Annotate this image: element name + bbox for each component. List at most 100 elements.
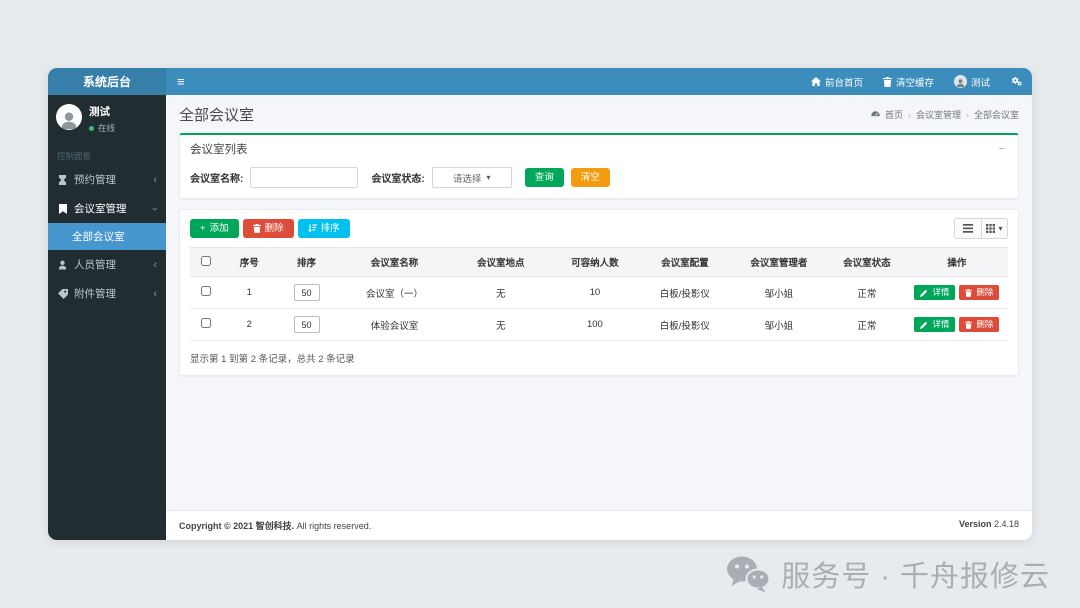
sidebar-item-attachments[interactable]: 附件管理 ‹ [48,279,166,308]
clear-button[interactable]: 清空 [571,168,610,188]
nav-username: 测试 [971,75,990,89]
pencil-icon [920,289,928,297]
cell-manager: 邹小姐 [730,277,828,309]
detail-button-label: 详情 [932,288,949,297]
copyright: Copyright © 2021 智创科技. All rights reserv… [179,519,371,532]
user-status-label: 在线 [98,122,115,134]
row-checkbox[interactable] [201,318,211,328]
breadcrumb: 首页 › 会议室管理 › 全部会议室 [871,108,1019,121]
chevron-down-icon: ‹ [151,207,159,211]
cell-capacity: 10 [550,277,640,309]
columns-button[interactable]: ▾ [981,218,1008,239]
chevron-left-icon: ‹ [153,261,157,269]
chevron-left-icon: ‹ [153,176,157,184]
sort-input[interactable] [294,284,320,301]
nav-clear-cache[interactable]: 清空缓存 [873,68,944,95]
col-name: 会议室名称 [337,248,452,277]
sort-button[interactable]: 排序 [298,219,350,239]
filter-box: 会议室列表 − 会议室名称: 会议室状态: 请选择 ▾ 查询 清空 [179,133,1019,199]
add-button[interactable]: + 添加 [190,219,239,239]
col-config: 会议室配置 [640,248,730,277]
cell-config: 白板/投影仪 [640,309,730,341]
cell-location: 无 [452,277,550,309]
sidebar-username: 测试 [89,104,115,119]
breadcrumb-home[interactable]: 首页 [885,108,903,121]
room-status-label: 会议室状态: [371,170,424,185]
sidebar-item-label: 附件管理 [74,286,116,301]
online-dot-icon [89,126,94,131]
user-icon [57,260,68,270]
room-name-label: 会议室名称: [190,170,243,185]
collapse-icon[interactable]: − [996,143,1008,155]
filter-box-header: 会议室列表 − [180,135,1018,160]
wechat-icon [726,555,770,593]
table-toolbar: + 添加 删除 排序 [190,218,1008,239]
caret-down-icon: ▾ [998,224,1002,233]
sort-input[interactable] [294,316,320,333]
table-box: + 添加 删除 排序 [179,209,1019,376]
cell-location: 无 [452,309,550,341]
trash-icon [253,224,261,233]
nav-front-page-label: 前台首页 [825,75,863,89]
sidebar-item-personnel[interactable]: 人员管理 ‹ [48,250,166,279]
row-delete-button[interactable]: 删除 [959,285,999,300]
navbar: ≡ 前台首页 清空缓存 测试 [166,68,1032,95]
select-all-checkbox[interactable] [201,256,211,266]
brand-title: 系统后台 [83,73,131,90]
sort-icon [308,224,317,233]
hourglass-icon [57,175,68,185]
clear-button-label: 清空 [581,173,600,183]
watermark-text: 服务号 · 千舟报修云 [781,553,1050,595]
rooms-table: 序号 排序 会议室名称 会议室地点 可容纳人数 会议室配置 会议室管理者 会议室… [190,247,1008,341]
row-delete-label: 删除 [976,288,993,297]
add-button-label: 添加 [210,224,229,234]
room-status-select[interactable]: 请选择 ▾ [432,167,512,188]
table-row: 2 体验会议室 无 100 白板/投影仪 邹小姐 正常 [190,309,1008,341]
sidebar-item-label: 人员管理 [74,257,116,272]
main-area: 测试 在线 控制面板 预约管理 ‹ 会议室管理 [48,95,1032,540]
breadcrumb-section[interactable]: 会议室管理 [916,108,961,121]
bookmark-icon [57,204,68,214]
copyright-bold: Copyright © 2021 智创科技. [179,521,294,531]
col-sort: 排序 [276,248,337,277]
version-number: 2.4.18 [994,519,1019,529]
cell-seq: 1 [223,277,276,309]
filter-box-title: 会议室列表 [190,141,248,157]
brand-logo[interactable]: 系统后台 [48,68,166,95]
col-seq: 序号 [223,248,276,277]
room-name-input[interactable] [250,167,358,188]
detail-button[interactable]: 详情 [914,285,955,300]
sidebar-toggle-icon[interactable]: ≡ [166,68,196,95]
trash-icon [965,289,972,297]
nav-user-menu[interactable]: 测试 [944,68,1000,95]
page-title: 全部会议室 [179,104,254,125]
search-button[interactable]: 查询 [525,168,564,188]
row-checkbox[interactable] [201,286,211,296]
nav-settings[interactable] [1000,68,1032,95]
caret-down-icon: ▾ [486,173,490,182]
tags-icon [57,289,68,299]
row-delete-button[interactable]: 删除 [959,317,999,332]
cogs-icon [1010,76,1022,87]
sidebar-subitem-all-rooms-active[interactable]: 全部会议室 [48,223,166,250]
user-avatar-icon [954,75,967,88]
top-bar: 系统后台 ≡ 前台首页 清空缓存 测试 [48,68,1032,95]
grid-icon [986,224,995,233]
room-status-selected: 请选择 [453,171,482,185]
delete-button-label: 删除 [265,224,284,234]
sidebar: 测试 在线 控制面板 预约管理 ‹ 会议室管理 [48,95,166,540]
sidebar-user-panel: 测试 在线 [48,95,166,142]
toggle-view-button[interactable] [954,218,981,239]
watermark: 服务号 · 千舟报修云 [726,553,1050,595]
dashboard-icon [871,110,880,119]
detail-button[interactable]: 详情 [914,317,955,332]
sidebar-subitem-label: 全部会议室 [72,229,125,244]
delete-button[interactable]: 删除 [243,219,294,239]
sidebar-item-meeting-rooms[interactable]: 会议室管理 ‹ [48,194,166,223]
breadcrumb-current: 全部会议室 [974,108,1019,121]
main-footer: Copyright © 2021 智创科技. All rights reserv… [166,510,1032,540]
sidebar-item-label: 预约管理 [74,172,116,187]
sidebar-item-reservations[interactable]: 预约管理 ‹ [48,165,166,194]
toolbar-view-options: ▾ [954,218,1008,239]
nav-front-page[interactable]: 前台首页 [801,68,873,95]
